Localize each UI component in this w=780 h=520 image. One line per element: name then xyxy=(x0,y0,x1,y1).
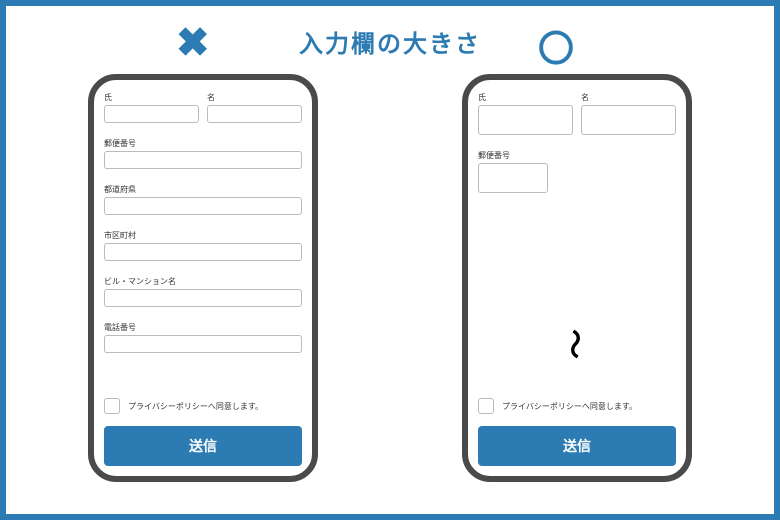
input-postal[interactable] xyxy=(104,151,302,169)
circle-icon: 〇 xyxy=(538,20,574,72)
label-prefecture: 都道府県 xyxy=(104,185,136,194)
label-firstname: 名 xyxy=(207,92,302,103)
cross-icon: ✖ xyxy=(176,20,210,66)
phone-mockup-bad: 氏 名 郵便番号 都道府県 市区町村 ビル・ xyxy=(88,74,318,482)
page-title: 入力欄の大きさ xyxy=(299,24,481,59)
form-bad: 氏 名 郵便番号 都道府県 市区町村 ビル・ xyxy=(104,92,302,398)
input-prefecture[interactable] xyxy=(104,197,302,215)
ellipsis-icon: 〜 xyxy=(555,329,599,359)
privacy-label: プライバシーポリシーへ同意します。 xyxy=(502,401,637,412)
label-postal: 郵便番号 xyxy=(478,151,510,160)
submit-button[interactable]: 送信 xyxy=(104,426,302,466)
submit-button-label: 送信 xyxy=(189,436,217,456)
label-lastname: 氏 xyxy=(478,92,573,103)
label-lastname: 氏 xyxy=(104,92,199,103)
header-row: ✖ 入力欄の大きさ 〇 xyxy=(6,24,774,59)
comparison-frame: ✖ 入力欄の大きさ 〇 氏 名 郵便番号 都道府県 xyxy=(0,0,780,520)
input-lastname[interactable] xyxy=(478,105,573,135)
privacy-checkbox[interactable] xyxy=(104,398,120,414)
input-phone[interactable] xyxy=(104,335,302,353)
label-building: ビル・マンション名 xyxy=(104,277,176,286)
label-firstname: 名 xyxy=(581,92,676,103)
privacy-checkbox[interactable] xyxy=(478,398,494,414)
privacy-row-bad: プライバシーポリシーへ同意します。 xyxy=(104,398,302,414)
input-postal[interactable] xyxy=(478,163,548,193)
input-lastname[interactable] xyxy=(104,105,199,123)
form-good: 氏 名 郵便番号 〜 xyxy=(478,92,676,398)
label-postal: 郵便番号 xyxy=(104,139,136,148)
input-city[interactable] xyxy=(104,243,302,261)
submit-button[interactable]: 送信 xyxy=(478,426,676,466)
submit-button-label: 送信 xyxy=(563,436,591,456)
phone-mockup-good: 氏 名 郵便番号 〜 プライバシーポリシーへ同意します。 送信 xyxy=(462,74,692,482)
label-phone: 電話番号 xyxy=(104,323,136,332)
privacy-label: プライバシーポリシーへ同意します。 xyxy=(128,401,263,412)
label-city: 市区町村 xyxy=(104,231,136,240)
input-firstname[interactable] xyxy=(207,105,302,123)
privacy-row-good: プライバシーポリシーへ同意します。 xyxy=(478,398,676,414)
input-building[interactable] xyxy=(104,289,302,307)
input-firstname[interactable] xyxy=(581,105,676,135)
